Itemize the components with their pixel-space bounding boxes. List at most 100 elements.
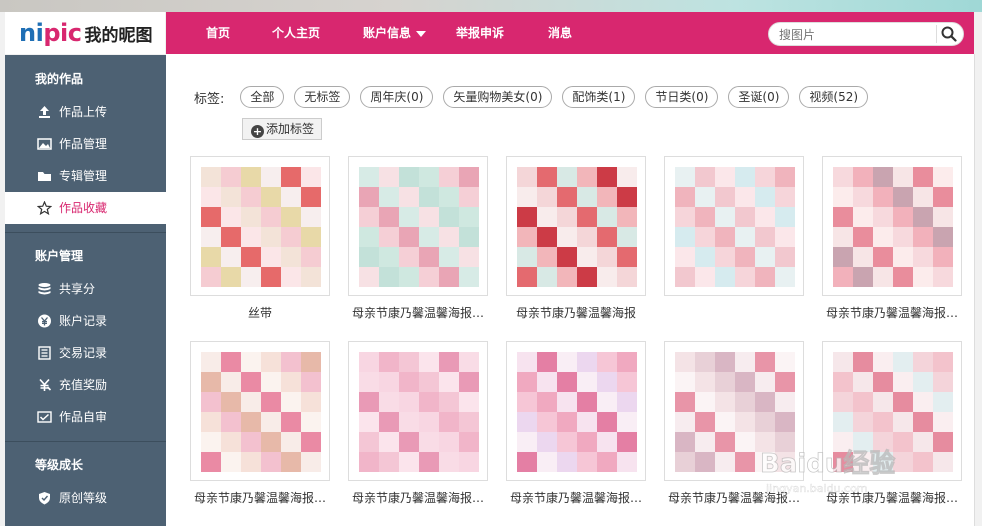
folder-icon (38, 172, 51, 181)
sidebar-item-label: 原创等级 (59, 491, 108, 505)
pixelated-mosaic (201, 167, 321, 287)
tag-bar: 标签: 全部 无标签 周年庆(0) 矢量购物美女(0) 配饰类(1) 节日类(0… (194, 86, 878, 108)
sidebar-item-account-records[interactable]: 账户记录 (5, 305, 166, 337)
nav-messages[interactable]: 消息 (548, 12, 572, 54)
thumbnail-image (359, 167, 479, 287)
gallery-item-caption[interactable]: 母亲节康乃馨温馨海报… (185, 489, 335, 506)
thumbnail-image (517, 352, 637, 472)
sidebar-item-label: 充值奖励 (59, 378, 108, 392)
sidebar-item-label: 专辑管理 (59, 169, 108, 183)
gallery-item[interactable] (664, 156, 804, 304)
thumbnail-frame (348, 341, 488, 481)
gallery-item-caption[interactable]: 丝带 (185, 304, 335, 321)
sidebar-item-favorites[interactable]: 作品收藏 (5, 192, 166, 224)
sidebar-item-recharge-rewards[interactable]: 充值奖励 (5, 369, 166, 401)
thumbnail-frame (664, 156, 804, 296)
reward-icon (39, 378, 52, 391)
logo-title: 我的昵图 (84, 25, 153, 46)
upload-icon (39, 106, 50, 118)
sidebar-section-level: 等级成长 (35, 458, 84, 472)
sidebar-item-albums[interactable]: 专辑管理 (5, 160, 166, 192)
pixelated-mosaic (201, 352, 321, 472)
tag-untagged[interactable]: 无标签 (294, 86, 351, 108)
search-box (768, 22, 964, 46)
gallery-item-caption[interactable]: 母亲节康乃馨温馨海报… (343, 489, 493, 506)
tag-anniversary[interactable]: 周年庆(0) (360, 86, 434, 108)
add-tag-button[interactable]: + 添加标签 (242, 118, 323, 140)
gallery-item[interactable]: 母亲节康乃馨温馨海报… (348, 156, 488, 321)
tag-christmas[interactable]: 圣诞(0) (728, 86, 790, 108)
sidebar-item-label: 作品管理 (59, 137, 108, 151)
scrollbar[interactable] (974, 54, 982, 526)
tag-vector-shopping[interactable]: 矢量购物美女(0) (443, 86, 553, 108)
nav-profile[interactable]: 个人主页 (272, 12, 320, 54)
thumbnail-frame (348, 156, 488, 296)
gallery-item-caption[interactable]: 母亲节康乃馨温馨海报… (343, 304, 493, 321)
sidebar-item-share-points[interactable]: 共享分 (5, 273, 166, 305)
sidebar-section-account: 账户管理 (35, 249, 84, 263)
thumbnail-frame (506, 341, 646, 481)
star-icon (37, 201, 52, 215)
tags-label: 标签: (194, 91, 225, 107)
sidebar-item-self-review[interactable]: 作品自审 (5, 401, 166, 433)
image-icon (37, 138, 52, 150)
sidebar-item-label: 账户记录 (59, 314, 108, 328)
gallery-item-caption[interactable]: 母亲节康乃馨温馨海报… (817, 304, 967, 321)
review-icon (37, 411, 52, 423)
database-icon (38, 283, 51, 295)
ledger-icon (38, 346, 51, 360)
pixelated-mosaic (359, 352, 479, 472)
tag-all[interactable]: 全部 (240, 86, 285, 108)
nav-home[interactable]: 首页 (206, 12, 230, 54)
add-tag-label: 添加标签 (266, 122, 315, 136)
sidebar-item-transactions[interactable]: 交易记录 (5, 337, 166, 369)
thumbnail-image (675, 167, 795, 287)
logo-ni: ni (19, 19, 44, 47)
nav-report[interactable]: 举报申诉 (456, 12, 504, 54)
browser-top-strip (0, 0, 982, 12)
gallery-item[interactable]: 母亲节康乃馨温馨海报… (506, 341, 646, 506)
sidebar-item-manage[interactable]: 作品管理 (5, 128, 166, 160)
tag-video[interactable]: 视频(52) (799, 86, 869, 108)
watermark-text: Baidu经验 (760, 448, 895, 479)
sidebar-item-label: 共享分 (59, 282, 96, 296)
gallery-item[interactable]: 母亲节康乃馨温馨海报… (822, 156, 962, 321)
gallery-item[interactable]: 母亲节康乃馨温馨海报… (190, 341, 330, 506)
sidebar-item-label: 作品收藏 (59, 201, 108, 215)
gallery-item[interactable]: 母亲节康乃馨温馨海报… (348, 341, 488, 506)
gallery-item-caption[interactable]: 母亲节康乃馨温馨海报 (501, 304, 651, 321)
pixelated-mosaic (359, 167, 479, 287)
thumbnail-frame (190, 156, 330, 296)
logo-pic: pic (43, 19, 82, 47)
tag-holidays[interactable]: 节日类(0) (645, 86, 719, 108)
shield-icon (39, 492, 50, 505)
thumbnail-image (359, 352, 479, 472)
tag-accessories[interactable]: 配饰类(1) (562, 86, 636, 108)
thumbnail-image (201, 167, 321, 287)
pixelated-mosaic (517, 352, 637, 472)
pixelated-mosaic (833, 167, 953, 287)
nav-account-info[interactable]: 账户信息 (363, 12, 427, 54)
gallery-item[interactable]: 母亲节康乃馨温馨海报 (506, 156, 646, 321)
gallery-item-caption[interactable]: 母亲节康乃馨温馨海报… (501, 489, 651, 506)
pixelated-mosaic (675, 167, 795, 287)
search-input[interactable] (779, 26, 929, 43)
site-logo[interactable]: nipic 我的昵图 (5, 12, 165, 54)
thumbnail-image (201, 352, 321, 472)
sidebar-item-label: 作品上传 (59, 105, 108, 119)
sidebar-item-upload[interactable]: 作品上传 (5, 96, 166, 128)
nav-account-info-label: 账户信息 (363, 26, 412, 40)
yen-icon (38, 314, 51, 328)
sidebar-item-label: 作品自审 (59, 410, 108, 424)
search-icon (941, 26, 957, 42)
sidebar-item-original-level[interactable]: 原创等级 (5, 482, 166, 514)
gallery-item[interactable]: 丝带 (190, 156, 330, 321)
baidu-jingyan-watermark: Baidu经验 jingyan.baidu.com (760, 448, 896, 496)
thumbnail-frame (190, 341, 330, 481)
thumbnail-frame (822, 156, 962, 296)
plus-icon: + (251, 125, 264, 138)
thumbnail-frame (506, 156, 646, 296)
pixelated-mosaic (517, 167, 637, 287)
sidebar-section-works: 我的作品 (35, 72, 84, 86)
search-button[interactable] (936, 25, 958, 43)
